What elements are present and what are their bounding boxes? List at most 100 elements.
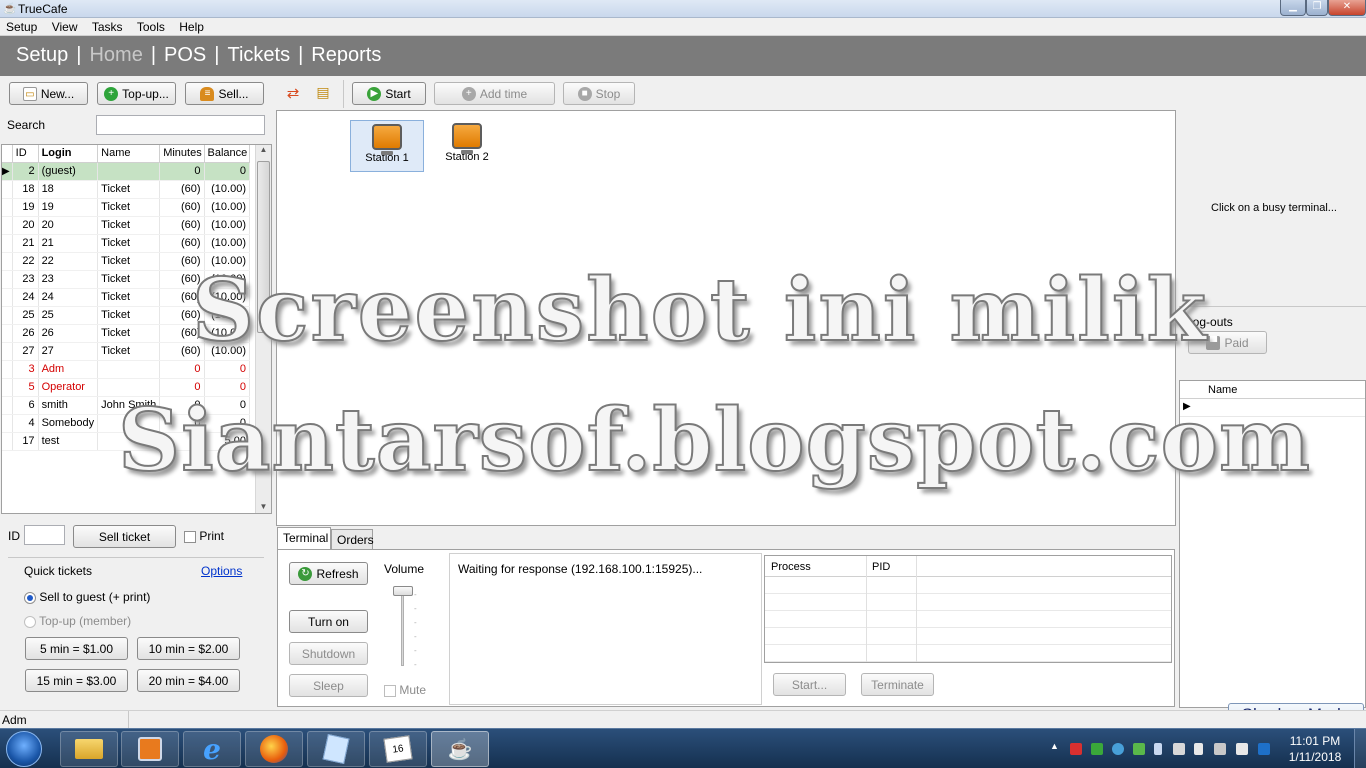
taskbar-explorer[interactable] [60, 731, 118, 767]
quick-ticket-5min-button[interactable]: 5 min = $1.00 [25, 637, 128, 660]
column-id[interactable]: ID [12, 145, 39, 163]
add-time-button[interactable]: + Add time [434, 82, 555, 105]
network-icon[interactable] [1214, 743, 1226, 755]
table-row[interactable]: 22 22 Ticket (60) (10.00) [2, 252, 251, 271]
nav-tickets[interactable]: Tickets [227, 44, 290, 66]
sell-button[interactable]: ≡ Sell... [185, 82, 264, 105]
maximize-button[interactable]: ❐ [1306, 0, 1328, 16]
refresh-button[interactable]: ↻ Refresh [289, 562, 368, 585]
menu-help[interactable]: Help [173, 18, 209, 34]
volume-slider[interactable]: ------ [388, 586, 420, 669]
scrollbar-thumb[interactable] [257, 161, 270, 333]
radio-sell-indicator[interactable] [24, 591, 36, 604]
taskbar-internet-explorer[interactable]: e [183, 731, 241, 767]
nav-pos[interactable]: POS [164, 44, 206, 66]
table-row[interactable]: 20 20 Ticket (60) (10.00) [2, 216, 251, 235]
table-row[interactable]: 19 19 Ticket (60) (10.00) [2, 198, 251, 217]
column-process[interactable]: Process [771, 561, 811, 573]
monitor-tray-icon[interactable] [1173, 743, 1185, 755]
usb-device-icon[interactable] [1133, 743, 1145, 755]
table-row[interactable]: 5 Operator 0 0 [2, 378, 251, 397]
column-balance[interactable]: Balance [204, 145, 251, 163]
column-pid[interactable]: PID [872, 561, 890, 573]
menu-setup[interactable]: Setup [0, 18, 42, 34]
search-input[interactable] [96, 115, 265, 135]
nav-reports[interactable]: Reports [311, 44, 381, 66]
show-desktop-button[interactable] [1354, 729, 1366, 768]
clipboard-icon[interactable]: ▤ [312, 84, 334, 104]
minimize-button[interactable]: ▁ [1280, 0, 1306, 16]
close-button[interactable]: ✕ [1328, 0, 1366, 16]
table-row[interactable]: 3 Adm 0 0 [2, 360, 251, 379]
swap-station-icon[interactable]: ⇄ [282, 84, 304, 104]
topup-button[interactable]: + Top-up... [97, 82, 176, 105]
turn-on-button[interactable]: Turn on [289, 610, 368, 633]
column-minutes[interactable]: Minutes [159, 145, 205, 163]
power-icon[interactable] [1194, 743, 1203, 755]
quick-ticket-15min-button[interactable]: 15 min = $3.00 [25, 669, 128, 692]
network-sync-icon[interactable] [1112, 743, 1124, 755]
menu-tools[interactable]: Tools [131, 18, 170, 34]
table-row[interactable]: 18 18 Ticket (60) (10.00) [2, 180, 251, 199]
print-checkbox[interactable]: Print [184, 529, 224, 543]
nav-home[interactable]: Home [89, 44, 142, 66]
ticket-id-input[interactable] [24, 525, 65, 545]
sleep-button[interactable]: Sleep [289, 674, 368, 697]
show-hidden-icons-icon[interactable]: ▲ [1050, 741, 1059, 751]
column-name[interactable]: Name [1180, 381, 1365, 399]
radio-topup-indicator[interactable] [24, 615, 36, 628]
app-tray-icon[interactable] [1258, 743, 1270, 755]
station-2[interactable]: Station 2 [430, 120, 504, 172]
start-session-button[interactable]: ▶ Start [352, 82, 426, 105]
radio-sell-to-guest[interactable]: Sell to guest (+ print) [24, 590, 150, 604]
taskbar-media-player[interactable] [121, 731, 179, 767]
taskbar-clock[interactable]: 11:01 PM 1/11/2018 [1282, 733, 1348, 765]
stop-session-button[interactable]: ■ Stop [563, 82, 635, 105]
table-row[interactable]: 26 26 Ticket (60) (10.00) [2, 324, 251, 343]
taskbar-notepad[interactable] [307, 731, 365, 767]
table-row[interactable]: 24 24 Ticket (60) (10.00) [2, 288, 251, 307]
radio-topup-member[interactable]: Top-up (member) [24, 614, 131, 628]
list-item[interactable]: ▶ [1180, 399, 1365, 417]
table-row[interactable]: 27 27 Ticket (60) (10.00) [2, 342, 251, 361]
volume-icon[interactable] [1236, 743, 1248, 755]
terminate-button[interactable]: Terminate [861, 673, 934, 696]
tab-orders[interactable]: Orders [331, 529, 374, 549]
table-row[interactable]: 23 23 Ticket (60) (10.00) [2, 270, 251, 289]
sell-ticket-button[interactable]: Sell ticket [73, 525, 176, 548]
column-name[interactable]: Name [97, 145, 161, 163]
menu-view[interactable]: View [46, 18, 83, 34]
paid-button[interactable]: ▀ Paid [1188, 331, 1267, 354]
nav-setup[interactable]: Setup [16, 44, 68, 66]
bluetooth-icon[interactable] [1154, 743, 1162, 755]
table-row[interactable]: 25 25 Ticket (60) (10.00) [2, 306, 251, 325]
taskbar-firefox[interactable] [245, 731, 303, 767]
table-row[interactable]: 21 21 Ticket (60) (10.00) [2, 234, 251, 253]
quick-ticket-10min-button[interactable]: 10 min = $2.00 [137, 637, 240, 660]
options-link[interactable]: Options [201, 564, 242, 578]
print-checkbox-box[interactable] [184, 530, 196, 543]
tab-terminal[interactable]: Terminal [277, 527, 331, 549]
station-1[interactable]: Station 1 [350, 120, 424, 172]
table-row[interactable]: 17 test 0 5.00 [2, 432, 251, 451]
mute-checkbox[interactable]: Mute [384, 683, 426, 697]
table-row[interactable]: 6 smith John Smith 0 0 [2, 396, 251, 415]
start-button[interactable] [6, 731, 42, 767]
taskbar-calendar[interactable]: 16 [369, 731, 427, 767]
check-shield-icon[interactable] [1091, 743, 1103, 755]
new-user-button[interactable]: ▭ New... [9, 82, 88, 105]
column-login[interactable]: Login [38, 145, 99, 163]
users-scrollbar[interactable]: ▲ ▼ [255, 145, 271, 513]
taskbar-truecafe[interactable]: ☕ [431, 731, 489, 767]
quick-ticket-20min-button[interactable]: 20 min = $4.00 [137, 669, 240, 692]
start-process-button[interactable]: Start... [773, 673, 846, 696]
volume-thumb[interactable] [393, 586, 413, 596]
table-row[interactable]: ▶ 2 (guest) 0 0 [2, 162, 251, 181]
mute-checkbox-box[interactable] [384, 684, 396, 697]
table-row[interactable]: 4 Somebody 0 0 [2, 414, 251, 433]
flag-icon[interactable] [1070, 743, 1082, 755]
shutdown-button[interactable]: Shutdown [289, 642, 368, 665]
scroll-down-icon[interactable]: ▼ [256, 502, 271, 511]
scroll-up-icon[interactable]: ▲ [256, 145, 271, 154]
menu-tasks[interactable]: Tasks [86, 18, 128, 34]
